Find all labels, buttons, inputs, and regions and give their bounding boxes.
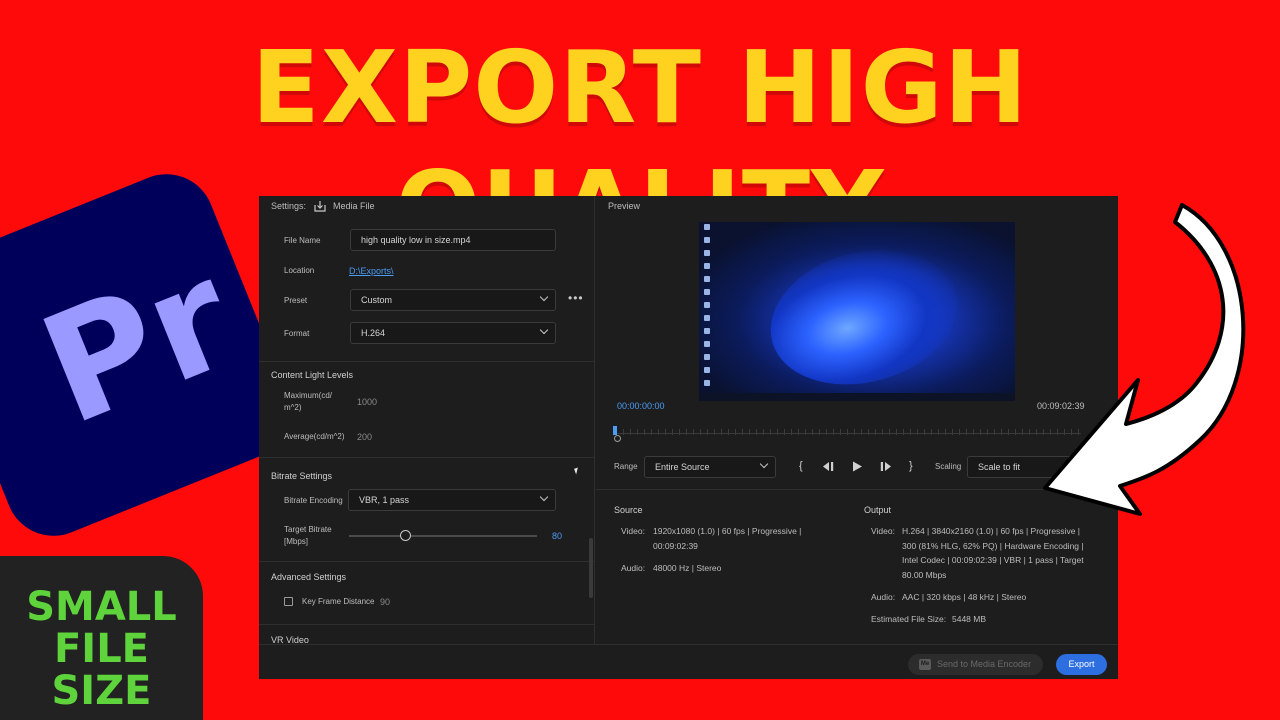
location-label: Location	[284, 266, 315, 275]
file-name-input[interactable]: high quality low in size.mp4	[350, 229, 556, 251]
chevron-down-icon	[539, 492, 549, 502]
average-value[interactable]: 200	[357, 432, 372, 442]
bitrate-encoding-value: VBR, 1 pass	[359, 495, 410, 505]
preset-value: Custom	[361, 295, 393, 305]
export-window: Settings: Media File File Name high qual…	[259, 196, 1118, 679]
range-label: Range	[614, 462, 638, 471]
mark-out-icon[interactable]: }	[909, 460, 913, 472]
media-encoder-icon: Me	[919, 659, 931, 670]
range-dropdown[interactable]: Entire Source	[644, 456, 776, 478]
preview-panel: Preview 00:00:00:00 00:09:02:39 Range En…	[596, 196, 1118, 644]
content-light-title: Content Light Levels	[271, 370, 354, 380]
location-link[interactable]: D:\Exports\	[349, 266, 394, 276]
source-title: Source	[614, 505, 643, 515]
bitrate-encoding-dropdown[interactable]: VBR, 1 pass	[348, 489, 556, 511]
settings-header-label: Settings:	[271, 201, 307, 211]
media-file-label[interactable]: Media File	[333, 201, 375, 211]
scaling-label: Scaling	[935, 462, 962, 471]
chevron-down-icon	[539, 325, 549, 335]
target-bitrate-slider-track[interactable]	[349, 535, 537, 537]
settings-scrollbar[interactable]	[589, 538, 593, 598]
source-audio-value: 48000 Hz | Stereo	[653, 563, 722, 573]
format-label: Format	[284, 329, 310, 338]
estimated-size-label: Estimated File Size:	[871, 614, 947, 624]
preset-dropdown[interactable]: Custom	[350, 289, 556, 311]
average-label: Average(cd/m^2)	[284, 432, 345, 441]
format-value: H.264	[361, 328, 386, 338]
bitrate-settings-title: Bitrate Settings	[271, 471, 333, 481]
section-divider	[259, 561, 595, 562]
mouse-cursor-icon	[574, 467, 580, 475]
scaling-value: Scale to fit	[978, 462, 1021, 472]
output-video-label: Video:	[871, 526, 895, 536]
section-divider	[259, 624, 595, 625]
send-to-media-encoder-label: Send to Media Encoder	[937, 659, 1032, 669]
source-video-label: Video:	[621, 526, 645, 536]
play-icon[interactable]	[852, 461, 863, 472]
section-divider	[596, 489, 1118, 490]
wallpaper-bloom	[755, 229, 973, 401]
range-value: Entire Source	[655, 462, 710, 472]
settings-panel: Settings: Media File File Name high qual…	[259, 196, 595, 645]
chevron-down-icon	[539, 292, 549, 302]
bitrate-encoding-label: Bitrate Encoding	[284, 496, 343, 505]
send-to-media-encoder-button[interactable]: Me Send to Media Encoder	[908, 654, 1043, 675]
more-options-icon[interactable]: •••	[568, 291, 584, 305]
key-frame-label: Key Frame Distance	[302, 597, 375, 606]
desktop-icons	[702, 224, 724, 399]
maximum-label-line1: Maximum(cd/	[284, 391, 333, 400]
maximum-value[interactable]: 1000	[357, 397, 377, 407]
timeline-track[interactable]	[616, 433, 1081, 434]
output-video-value: H.264 | 3840x2160 (1.0) | 60 fps | Progr…	[902, 526, 1084, 580]
output-audio-label: Audio:	[871, 592, 896, 602]
timecode-end: 00:09:02:39	[1037, 401, 1085, 411]
preview-image	[699, 222, 1015, 401]
estimated-size-value: 5448 MB	[952, 614, 987, 624]
export-icon	[314, 201, 326, 212]
format-dropdown[interactable]: H.264	[350, 322, 556, 344]
key-frame-checkbox[interactable]	[284, 597, 293, 606]
section-divider	[259, 361, 595, 362]
badge-line-2: FILE	[53, 626, 150, 672]
chevron-down-icon	[759, 459, 769, 469]
small-file-size-badge: SMALL FILE SIZE	[0, 556, 203, 720]
advanced-settings-title: Advanced Settings	[271, 572, 347, 582]
premiere-pro-logo-text: Pr	[19, 228, 256, 459]
target-bitrate-slider-handle[interactable]	[399, 530, 411, 541]
timeline-ruler[interactable]	[616, 429, 1081, 435]
file-name-label: File Name	[284, 236, 321, 245]
step-forward-icon[interactable]	[878, 461, 892, 472]
target-bitrate-label-line2: [Mbps]	[284, 537, 309, 546]
playhead[interactable]	[613, 426, 617, 435]
taskbar	[699, 393, 1015, 401]
badge-line-3: SIZE	[51, 668, 152, 714]
source-video-value: 1920x1080 (1.0) | 60 fps | Progressive |…	[653, 526, 802, 551]
preset-label: Preset	[284, 296, 308, 305]
section-divider	[259, 457, 595, 458]
source-audio-label: Audio:	[621, 563, 646, 573]
mark-in-icon[interactable]: {	[799, 460, 803, 472]
footer-bar: Me Send to Media Encoder Export	[259, 644, 1118, 679]
key-frame-value[interactable]: 90	[380, 597, 390, 607]
step-back-icon[interactable]	[822, 461, 836, 472]
preview-title: Preview	[608, 201, 641, 211]
output-audio-value: AAC | 320 kbps | 48 kHz | Stereo	[902, 592, 1027, 602]
playhead-handle[interactable]	[614, 435, 621, 442]
badge-line-1: SMALL	[26, 584, 177, 630]
export-button[interactable]: Export	[1056, 654, 1107, 675]
timecode-start[interactable]: 00:00:00:00	[617, 401, 665, 411]
scaling-dropdown[interactable]: Scale to fit	[967, 456, 1097, 478]
output-title: Output	[864, 505, 892, 515]
target-bitrate-value[interactable]: 80	[552, 531, 562, 541]
target-bitrate-label-line1: Target Bitrate	[284, 525, 332, 534]
maximum-label-line2: m^2)	[284, 403, 302, 412]
